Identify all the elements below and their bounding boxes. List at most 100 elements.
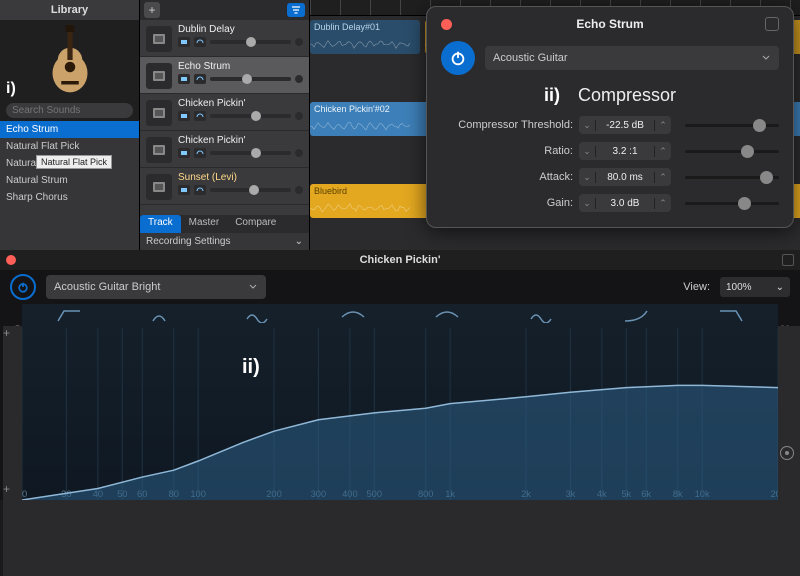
close-icon[interactable] [441, 19, 452, 30]
track-row[interactable]: Chicken Pickin' [140, 131, 309, 168]
eq-curve[interactable]: 2030405060801002003004005008001k2k3k4k5k… [22, 328, 778, 500]
compressor-param: Attack: ⌄ 80.0 ms ⌃ [441, 168, 779, 186]
chevron-up-icon[interactable]: ⌃ [655, 146, 671, 157]
track-name: Dublin Delay [178, 24, 303, 35]
library-item[interactable]: Natural RhythmNatural Flat Pick [0, 155, 139, 172]
recording-settings-label: Recording Settings [146, 236, 231, 247]
pan-knob[interactable] [295, 75, 303, 83]
library-item[interactable]: Sharp Chorus [0, 189, 139, 206]
track-row[interactable]: Sunset (Levi) [140, 168, 309, 205]
eq-band-selector[interactable] [400, 306, 495, 326]
library-search [0, 100, 139, 121]
chevron-down-icon [248, 282, 258, 292]
audio-region[interactable]: Dublin Delay#01 [310, 20, 420, 54]
library-item[interactable]: Natural Strum [0, 172, 139, 189]
mute-button[interactable] [178, 111, 190, 121]
track-icon [146, 63, 172, 89]
eq-power-button[interactable] [10, 274, 36, 300]
svg-text:20: 20 [22, 489, 27, 499]
param-label: Gain: [441, 197, 573, 209]
plus-icon[interactable]: + [3, 482, 10, 496]
param-stepper[interactable]: ⌄ 80.0 ms ⌃ [579, 168, 671, 186]
view-label: View: [683, 281, 710, 293]
chevron-down-icon[interactable]: ⌄ [579, 198, 595, 209]
eq-node-handle[interactable] [780, 446, 794, 460]
add-track-button[interactable]: + [144, 2, 160, 18]
param-stepper[interactable]: ⌄ 3.0 dB ⌃ [579, 194, 671, 212]
chevron-up-icon[interactable]: ⌃ [655, 198, 671, 209]
eq-band-selector[interactable] [495, 306, 590, 326]
pan-knob[interactable] [295, 149, 303, 157]
param-slider[interactable] [685, 176, 779, 179]
track-icon [146, 100, 172, 126]
param-slider[interactable] [685, 150, 779, 153]
mute-button[interactable] [178, 37, 190, 47]
eq-band-selector[interactable] [306, 306, 401, 326]
headphones-button[interactable] [194, 37, 206, 47]
expand-icon[interactable] [765, 17, 779, 31]
param-label: Ratio: [441, 145, 573, 157]
pan-knob[interactable] [295, 186, 303, 194]
param-stepper[interactable]: ⌄ -22.5 dB ⌃ [579, 116, 671, 134]
param-value: -22.5 dB [595, 120, 655, 131]
volume-slider[interactable] [210, 77, 291, 81]
eq-panel: Chicken Pickin' Acoustic Guitar Bright V… [0, 250, 800, 500]
library-list: Echo StrumNatural Flat PickNatural Rhyth… [0, 121, 139, 250]
eq-band-selector[interactable] [589, 306, 684, 326]
view-dropdown[interactable]: 100% ⌄ [720, 277, 790, 297]
eq-band-selector[interactable] [22, 306, 117, 326]
chevron-down-icon[interactable]: ⌄ [579, 120, 595, 131]
tracks-panel: + Dublin Delay Echo Strum [140, 0, 310, 250]
eq-preset-label: Acoustic Guitar Bright [54, 281, 160, 293]
recording-settings-row[interactable]: Recording Settings ⌄ [140, 233, 309, 250]
eq-graph[interactable]: ii) 2030405060801002003004005008001k2k3k… [22, 304, 778, 500]
library-item[interactable]: Natural Flat Pick [0, 138, 139, 155]
filter-button[interactable] [287, 3, 305, 17]
chevron-up-icon[interactable]: ⌃ [655, 172, 671, 183]
band-shape-icon [340, 309, 366, 323]
volume-slider[interactable] [210, 40, 291, 44]
volume-slider[interactable] [210, 188, 291, 192]
chevron-up-icon[interactable]: ⌃ [655, 120, 671, 131]
param-slider[interactable] [685, 202, 779, 205]
headphones-button[interactable] [194, 111, 206, 121]
eq-band-selector[interactable] [211, 306, 306, 326]
track-row[interactable]: Echo Strum [140, 57, 309, 94]
pan-knob[interactable] [295, 112, 303, 120]
volume-slider[interactable] [210, 151, 291, 155]
chevron-down-icon: ⌄ [295, 236, 303, 247]
chevron-down-icon[interactable]: ⌄ [579, 146, 595, 157]
param-slider[interactable] [685, 124, 779, 127]
power-icon [449, 49, 467, 67]
track-row[interactable]: Chicken Pickin' [140, 94, 309, 131]
tab-track[interactable]: Track [140, 215, 181, 233]
power-icon [17, 281, 29, 293]
chevron-down-icon[interactable]: ⌄ [579, 172, 595, 183]
eq-band-selector[interactable] [117, 306, 212, 326]
library-item[interactable]: Echo Strum [0, 121, 139, 138]
mute-button[interactable] [178, 74, 190, 84]
power-button[interactable] [441, 41, 475, 75]
tracks-header: + [140, 0, 309, 20]
close-icon[interactable] [6, 255, 16, 265]
track-icon [146, 26, 172, 52]
pan-knob[interactable] [295, 38, 303, 46]
eq-preset-dropdown[interactable]: Acoustic Guitar Bright [46, 275, 266, 299]
tab-compare[interactable]: Compare [227, 215, 284, 233]
headphones-button[interactable] [194, 185, 206, 195]
library-title: Library [0, 0, 139, 20]
headphones-button[interactable] [194, 74, 206, 84]
track-row[interactable]: Dublin Delay [140, 20, 309, 57]
volume-slider[interactable] [210, 114, 291, 118]
param-stepper[interactable]: ⌄ 3.2 :1 ⌃ [579, 142, 671, 160]
eq-band-selector[interactable] [684, 306, 779, 326]
mute-button[interactable] [178, 185, 190, 195]
expand-icon[interactable] [782, 254, 794, 266]
headphones-button[interactable] [194, 148, 206, 158]
acoustic-guitar-icon [40, 25, 100, 95]
mute-button[interactable] [178, 148, 190, 158]
param-value: 80.0 ms [595, 172, 655, 183]
tab-master[interactable]: Master [181, 215, 228, 233]
compressor-preset-dropdown[interactable]: Acoustic Guitar [485, 46, 779, 70]
search-input[interactable] [6, 103, 133, 118]
